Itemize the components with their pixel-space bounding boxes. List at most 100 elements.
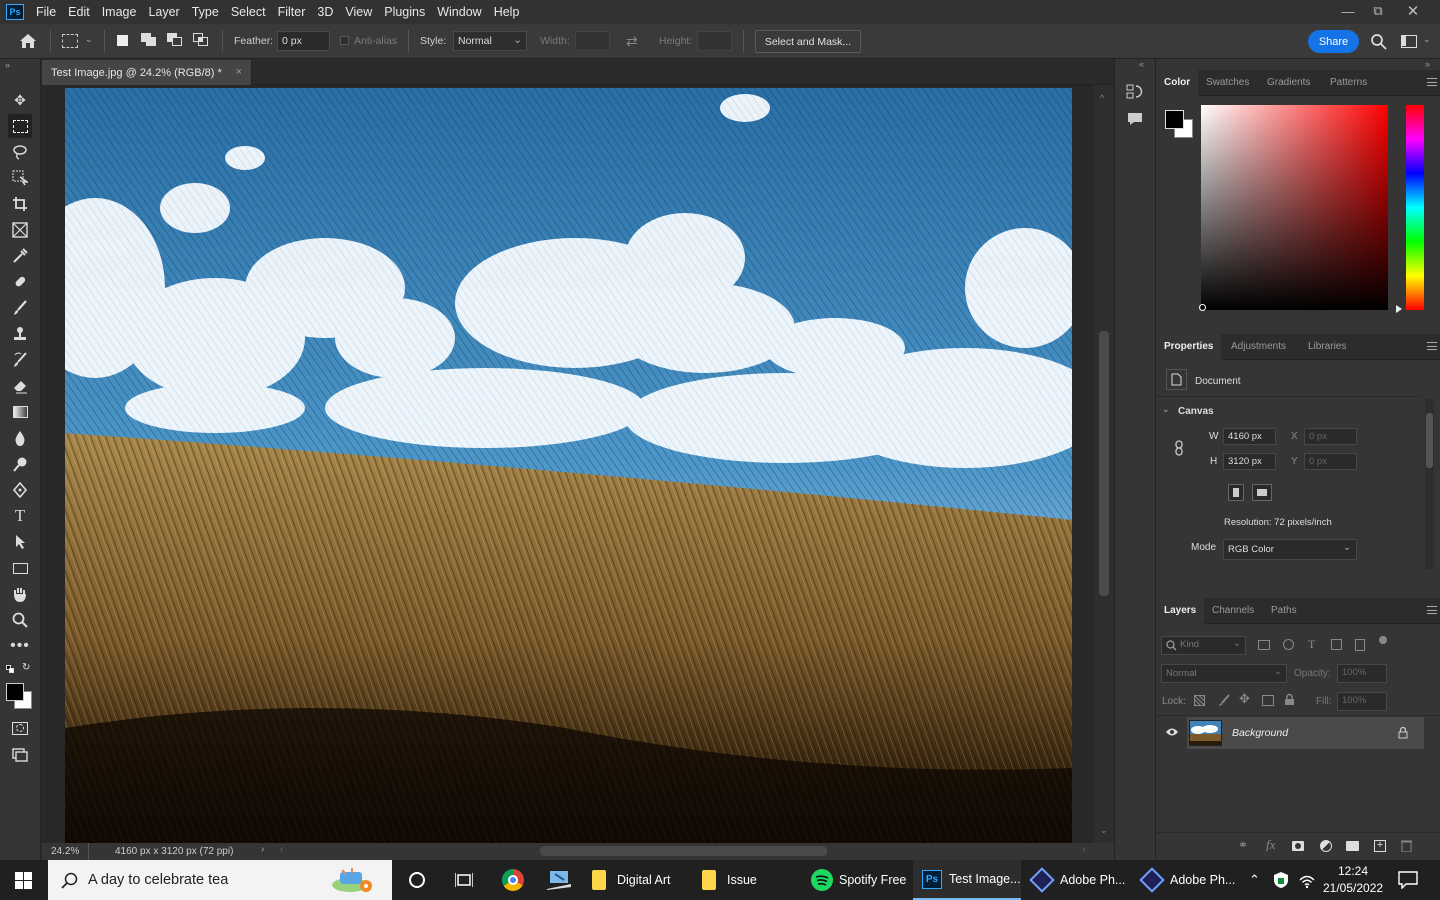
filter-smart-object-icon[interactable]: [1355, 639, 1365, 651]
scroll-left-icon[interactable]: ‹: [280, 844, 283, 855]
hue-slider-handle[interactable]: [1396, 305, 1402, 313]
add-mask-icon[interactable]: [1292, 841, 1304, 851]
document-tab[interactable]: Test Image.jpg @ 24.2% (RGB/8) * ×: [42, 60, 252, 85]
zoom-tool-icon[interactable]: [8, 608, 32, 632]
taskbar-app-adobe-2[interactable]: Adobe Ph...: [1133, 860, 1241, 900]
search-icon[interactable]: [1370, 33, 1388, 51]
clone-stamp-tool-icon[interactable]: [8, 322, 32, 346]
properties-scrollbar[interactable]: [1425, 399, 1434, 569]
tab-properties[interactable]: Properties: [1156, 334, 1222, 360]
taskbar-search[interactable]: A day to celebrate tea: [48, 860, 392, 900]
vertical-scrollbar[interactable]: ^ ⌄: [1094, 85, 1114, 843]
menu-layer[interactable]: Layer: [142, 0, 185, 24]
lock-position-icon[interactable]: ✥: [1239, 691, 1250, 707]
windows-start-icon[interactable]: [15, 872, 32, 889]
healing-brush-tool-icon[interactable]: [8, 270, 32, 294]
menu-image[interactable]: Image: [96, 0, 143, 24]
adjustment-layer-icon[interactable]: [1320, 840, 1332, 852]
foreground-color-swatch[interactable]: [1165, 110, 1184, 129]
menu-select[interactable]: Select: [225, 0, 272, 24]
chevron-down-icon[interactable]: ⌄: [1162, 404, 1170, 415]
type-tool-icon[interactable]: T: [8, 504, 32, 528]
collapse-icon[interactable]: «: [1139, 59, 1144, 69]
menu-type[interactable]: Type: [186, 0, 225, 24]
scroll-down-icon[interactable]: ⌄: [1100, 825, 1108, 836]
minimize-icon[interactable]: —: [1332, 0, 1364, 22]
document-image[interactable]: [65, 88, 1072, 843]
filter-pixel-icon[interactable]: [1258, 640, 1270, 650]
tab-swatches[interactable]: Swatches: [1206, 70, 1249, 96]
new-selection-icon[interactable]: [117, 35, 128, 46]
filter-shape-icon[interactable]: [1331, 639, 1342, 650]
crop-tool-icon[interactable]: [8, 192, 32, 216]
menu-filter[interactable]: Filter: [272, 0, 312, 24]
filter-type-icon[interactable]: T: [1308, 637, 1315, 652]
dodge-tool-icon[interactable]: [8, 452, 32, 476]
cortana-icon[interactable]: [409, 872, 425, 888]
color-field[interactable]: [1201, 105, 1388, 310]
menu-file[interactable]: File: [30, 0, 62, 24]
frame-tool-icon[interactable]: [8, 218, 32, 242]
workspace-icon[interactable]: [1401, 35, 1417, 48]
feather-input[interactable]: 0 px: [277, 31, 330, 51]
collapse-icon[interactable]: »: [1425, 59, 1430, 69]
select-and-mask-button[interactable]: Select and Mask...: [755, 30, 861, 53]
canvas-width-input[interactable]: 4160 px: [1223, 428, 1276, 445]
panel-menu-icon[interactable]: [1427, 606, 1437, 614]
horizontal-scroll-thumb[interactable]: [540, 846, 827, 856]
rectangular-marquee-tool-icon[interactable]: [8, 114, 32, 138]
chevron-up-icon[interactable]: ⌃: [1249, 872, 1260, 888]
screen-mode-icon[interactable]: [8, 742, 32, 766]
restore-icon[interactable]: ⧉: [1362, 0, 1394, 22]
marquee-preset-icon[interactable]: [62, 34, 78, 48]
color-picker-handle[interactable]: [1199, 304, 1206, 311]
portrait-orientation-icon[interactable]: [1228, 484, 1244, 501]
link-icon[interactable]: [1173, 440, 1185, 456]
lasso-tool-icon[interactable]: [8, 140, 32, 164]
fx-icon[interactable]: fx: [1266, 837, 1275, 853]
hand-tool-icon[interactable]: [8, 582, 32, 606]
tab-libraries[interactable]: Libraries: [1308, 334, 1346, 360]
taskbar-app-digital-art[interactable]: Digital Art: [583, 860, 691, 900]
tab-gradients[interactable]: Gradients: [1267, 70, 1310, 96]
lock-image-pixels-icon[interactable]: [1218, 694, 1230, 707]
foreground-color-swatch[interactable]: [6, 683, 24, 701]
rectangle-tool-icon[interactable]: [8, 556, 32, 580]
share-button[interactable]: Share: [1308, 30, 1359, 53]
taskbar-app-spotify[interactable]: Spotify Free: [803, 860, 913, 900]
scroll-right-icon[interactable]: ›: [1082, 844, 1085, 855]
scroll-up-icon[interactable]: ^: [1100, 93, 1104, 103]
panel-menu-icon[interactable]: [1427, 342, 1437, 350]
filter-toggle-icon[interactable]: [1379, 636, 1387, 644]
history-brush-tool-icon[interactable]: [8, 348, 32, 372]
menu-help[interactable]: Help: [488, 0, 526, 24]
network-icon[interactable]: [1298, 872, 1316, 889]
chrome-icon[interactable]: [502, 869, 524, 891]
tab-channels[interactable]: Channels: [1212, 598, 1254, 624]
path-selection-tool-icon[interactable]: [8, 530, 32, 554]
lock-artboard-icon[interactable]: [1262, 695, 1274, 706]
hue-slider[interactable]: [1406, 105, 1424, 310]
gradient-tool-icon[interactable]: [8, 400, 32, 424]
canvas-height-input[interactable]: 3120 px: [1223, 453, 1276, 470]
brush-tool-icon[interactable]: [8, 296, 32, 320]
vertical-scroll-thumb[interactable]: [1099, 331, 1109, 596]
taskbar-app-issue[interactable]: Issue: [693, 860, 800, 900]
blur-tool-icon[interactable]: [8, 426, 32, 450]
chevron-right-icon[interactable]: ›: [261, 844, 264, 855]
tab-adjustments[interactable]: Adjustments: [1231, 334, 1286, 360]
add-selection-icon[interactable]: [141, 33, 157, 47]
clock-time[interactable]: 12:24: [1338, 864, 1368, 878]
eraser-tool-icon[interactable]: [8, 374, 32, 398]
style-select[interactable]: Normal ⌄: [453, 31, 527, 51]
task-view-icon[interactable]: [454, 872, 474, 888]
antialias-checkbox[interactable]: [340, 36, 349, 45]
landscape-orientation-icon[interactable]: [1252, 484, 1272, 501]
menu-view[interactable]: View: [339, 0, 378, 24]
layer-name[interactable]: Background: [1232, 727, 1288, 739]
zoom-level[interactable]: 24.2%: [51, 846, 79, 857]
collapse-icon[interactable]: »: [5, 60, 10, 70]
clock-date[interactable]: 21/05/2022: [1323, 881, 1383, 895]
tab-color[interactable]: Color: [1156, 70, 1199, 96]
pen-tool-icon[interactable]: [8, 478, 32, 502]
